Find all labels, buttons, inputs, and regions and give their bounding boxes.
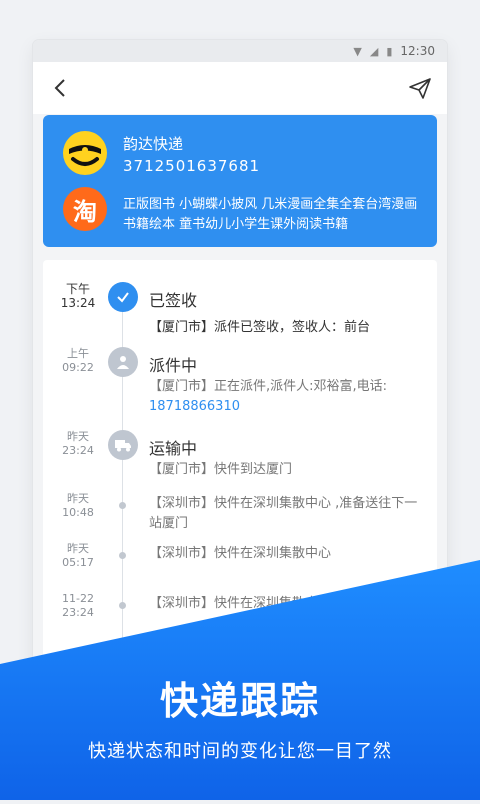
timeline-status: 运输中 [149, 439, 198, 458]
timeline-date: 昨天 23:24 [62, 430, 94, 457]
timeline-status: 派件中 [149, 356, 198, 375]
courier-person-icon [108, 347, 138, 377]
taobao-logo: 淘 [63, 187, 107, 231]
timeline-dot [119, 602, 126, 609]
back-button[interactable] [47, 75, 73, 101]
status-bar: ▼ ◢ ▮ 12:30 [33, 40, 447, 62]
timeline-date: 昨天 05:17 [62, 542, 94, 569]
goods-title: 正版图书 小蝴蝶小披风 几米漫画全集全套台湾漫画书籍绘本 童书幼儿小学生课外阅读… [123, 197, 418, 232]
timeline-date: 上午 09:22 [62, 347, 94, 374]
send-icon [409, 78, 431, 99]
timeline-dot [119, 552, 126, 559]
signal-icon: ◢ [369, 44, 379, 58]
timeline-desc: 【厦门市】快件到达厦门 [149, 462, 293, 477]
timeline-desc: 【深圳市】快件在深圳集散中心 [149, 596, 332, 611]
timeline-date: 11-22 23:24 [62, 592, 94, 619]
phone-screen: ▼ ◢ ▮ 12:30 淘 韵达快递 3712501637681 正版图书 小蝴… [33, 40, 447, 760]
timeline-desc: 【厦门市】正在派件,派件人:邓裕富,电话: 18718866310 [149, 377, 425, 417]
tracking-timeline: 下午 13:24 已签收 【厦门市】派件已签收，签收人：前台 上午 09:22 派件… [43, 260, 437, 760]
yunda-logo [63, 131, 107, 175]
timeline-dot [119, 502, 126, 509]
timeline-desc: 【深圳市】快件在深圳集散中心 ,准备送往下一站厦门 [149, 496, 418, 531]
check-icon [108, 282, 138, 312]
wifi-icon: ▼ [353, 44, 362, 58]
timeline-date: 昨天 10:48 [62, 492, 94, 519]
courier-phone-link[interactable]: 18718866310 [149, 397, 425, 417]
timeline-status: 已签收 [149, 291, 198, 310]
truck-icon [108, 430, 138, 460]
courier-company: 韵达快递 [123, 135, 184, 153]
status-time: 12:30 [400, 44, 435, 58]
package-card[interactable]: 淘 韵达快递 3712501637681 正版图书 小蝴蝶小披风 几米漫画全集全… [43, 115, 437, 247]
timeline-desc: 【深圳市】快件在深圳集散中心 [149, 546, 332, 561]
battery-icon: ▮ [386, 44, 393, 58]
share-button[interactable] [407, 75, 433, 101]
timeline-date: 下午 13:24 [60, 282, 96, 310]
tracking-number: 3712501637681 [123, 157, 261, 175]
timeline-desc: 【厦门市】派件已签收，签收人：前台 [149, 320, 371, 335]
chevron-left-icon [54, 79, 65, 97]
nav-bar [33, 62, 447, 114]
